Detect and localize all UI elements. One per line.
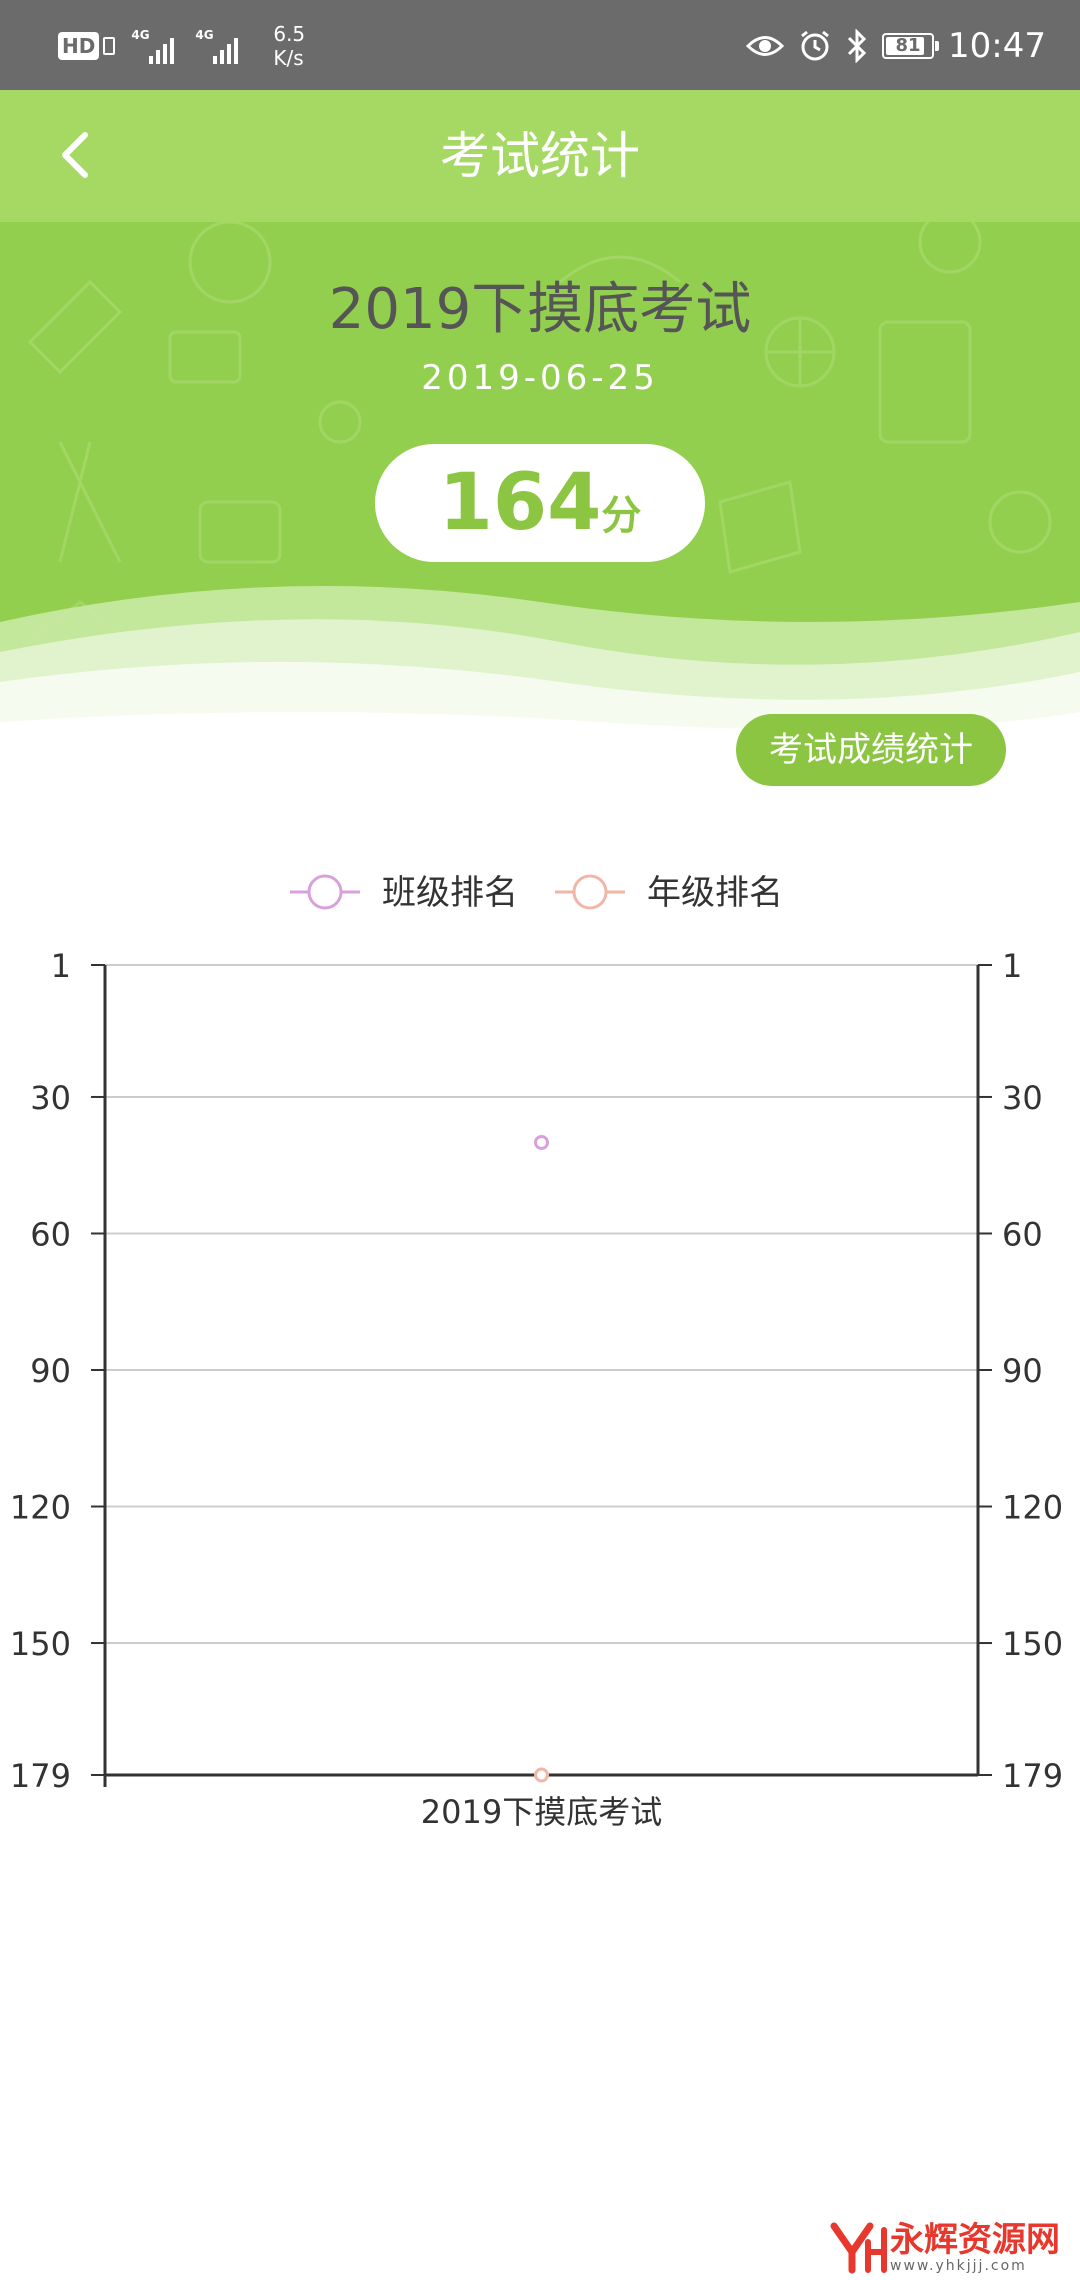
network-speed: 6.5 K/s (273, 22, 305, 70)
y-tick-label: 30 (30, 1079, 71, 1117)
status-bar: HD 4G 4G 6.5 K/s 81 10:47 (0, 0, 1080, 90)
legend-label: 年级排名 (647, 873, 783, 913)
data-point (534, 1767, 549, 1783)
app-bar: 考试统计 (0, 90, 1080, 222)
y-tick-label: 60 (30, 1215, 71, 1253)
y-tick-label-right: 179 (1002, 1757, 1063, 1795)
hd-badge: HD (58, 32, 100, 60)
watermark-text: 永辉资源网 (890, 2220, 1060, 2260)
y-tick-label: 1 (51, 947, 71, 985)
exam-header: 2019下摸底考试 2019-06-25 164分 (0, 222, 1080, 762)
y-tick-label-right: 90 (1002, 1352, 1043, 1390)
rank-chart: 班级排名 年级排名 1 1 30 30 60 60 90 90 120 120 150 150 179 179… (0, 840, 1080, 1860)
network-type-label: 4G (195, 28, 214, 42)
score-unit: 分 (601, 493, 642, 539)
status-right: 81 10:47 (746, 20, 1046, 72)
network-type-label: 4G (131, 28, 150, 42)
watermark-logo-icon (830, 2222, 887, 2274)
y-tick-label: 120 (10, 1489, 71, 1527)
battery-icon: 81 (882, 33, 940, 59)
data-point (534, 1134, 549, 1150)
x-tick-label: 2019下摸底考试 (421, 1793, 662, 1831)
speed-value: 6.5 (273, 22, 306, 46)
eye-icon (746, 36, 785, 56)
speed-unit: K/s (273, 46, 304, 70)
exam-stats-button[interactable]: 考试成绩统计 (736, 714, 1006, 786)
y-tick-label: 150 (10, 1625, 71, 1663)
site-watermark: 永辉资源网 www.yhkjjj.com (828, 2222, 1060, 2274)
legend-label: 班级排名 (382, 873, 518, 913)
page-title: 考试统计 (440, 127, 640, 185)
clock: 10:47 (948, 26, 1046, 66)
y-tick-label-right: 1 (1002, 947, 1022, 985)
exam-date: 2019-06-25 (421, 358, 659, 398)
alarm-icon (801, 30, 829, 61)
y-tick-label-right: 60 (1002, 1215, 1043, 1253)
y-tick-label-right: 150 (1002, 1625, 1063, 1663)
bluetooth-icon (847, 29, 867, 63)
rank-chart-svg: 班级排名 年级排名 1 1 30 30 60 60 90 90 120 120 150 150 179 179… (10, 873, 1063, 1831)
y-tick-label-right: 120 (1002, 1489, 1063, 1527)
exam-name: 2019下摸底考试 (328, 277, 752, 342)
y-tick-label: 90 (30, 1352, 71, 1390)
sim-icon (103, 37, 116, 55)
watermark-url: www.yhkjjj.com (890, 2258, 1027, 2274)
score-badge: 164分 (375, 444, 705, 562)
legend-marker (572, 874, 608, 910)
y-tick-label-right: 30 (1002, 1079, 1043, 1117)
status-left: HD 4G 4G 6.5 K/s (58, 20, 305, 72)
signal-icon: 4G (131, 26, 187, 66)
y-tick-label: 179 (10, 1757, 71, 1795)
signal-icon: 4G (195, 26, 251, 66)
battery-level: 81 (895, 35, 921, 56)
legend-marker (307, 874, 343, 910)
score-value: 164 (438, 458, 602, 548)
